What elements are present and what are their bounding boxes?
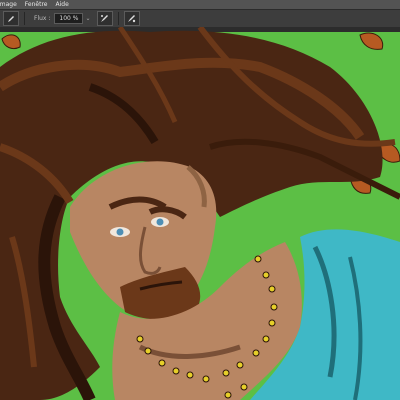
flow-input[interactable]: 100 % — [54, 13, 84, 24]
menu-window[interactable]: Fenêtre — [21, 0, 52, 9]
menu-help[interactable]: Aide — [51, 0, 72, 9]
airbrush-icon — [101, 15, 108, 22]
pressure-toggle[interactable] — [123, 11, 140, 26]
options-bar: Flux : 100 % ⌄ — [0, 9, 400, 28]
canvas-area[interactable] — [0, 27, 400, 400]
airbrush-toggle[interactable] — [96, 11, 113, 26]
brush-tool-button[interactable] — [3, 11, 19, 26]
chevron-down-icon[interactable]: ⌄ — [85, 15, 90, 22]
separator — [117, 12, 119, 25]
photoshop-window: Image Fenêtre Aide Flux : 100 % ⌄ — [0, 0, 400, 400]
brush-icon — [7, 16, 14, 22]
flow-label: Flux : — [34, 15, 51, 22]
menu-bar: Image Fenêtre Aide — [0, 0, 400, 9]
menu-image[interactable]: Image — [0, 0, 21, 9]
separator — [24, 12, 25, 25]
artwork-canvas[interactable] — [0, 27, 400, 400]
pressure-icon — [128, 15, 136, 23]
